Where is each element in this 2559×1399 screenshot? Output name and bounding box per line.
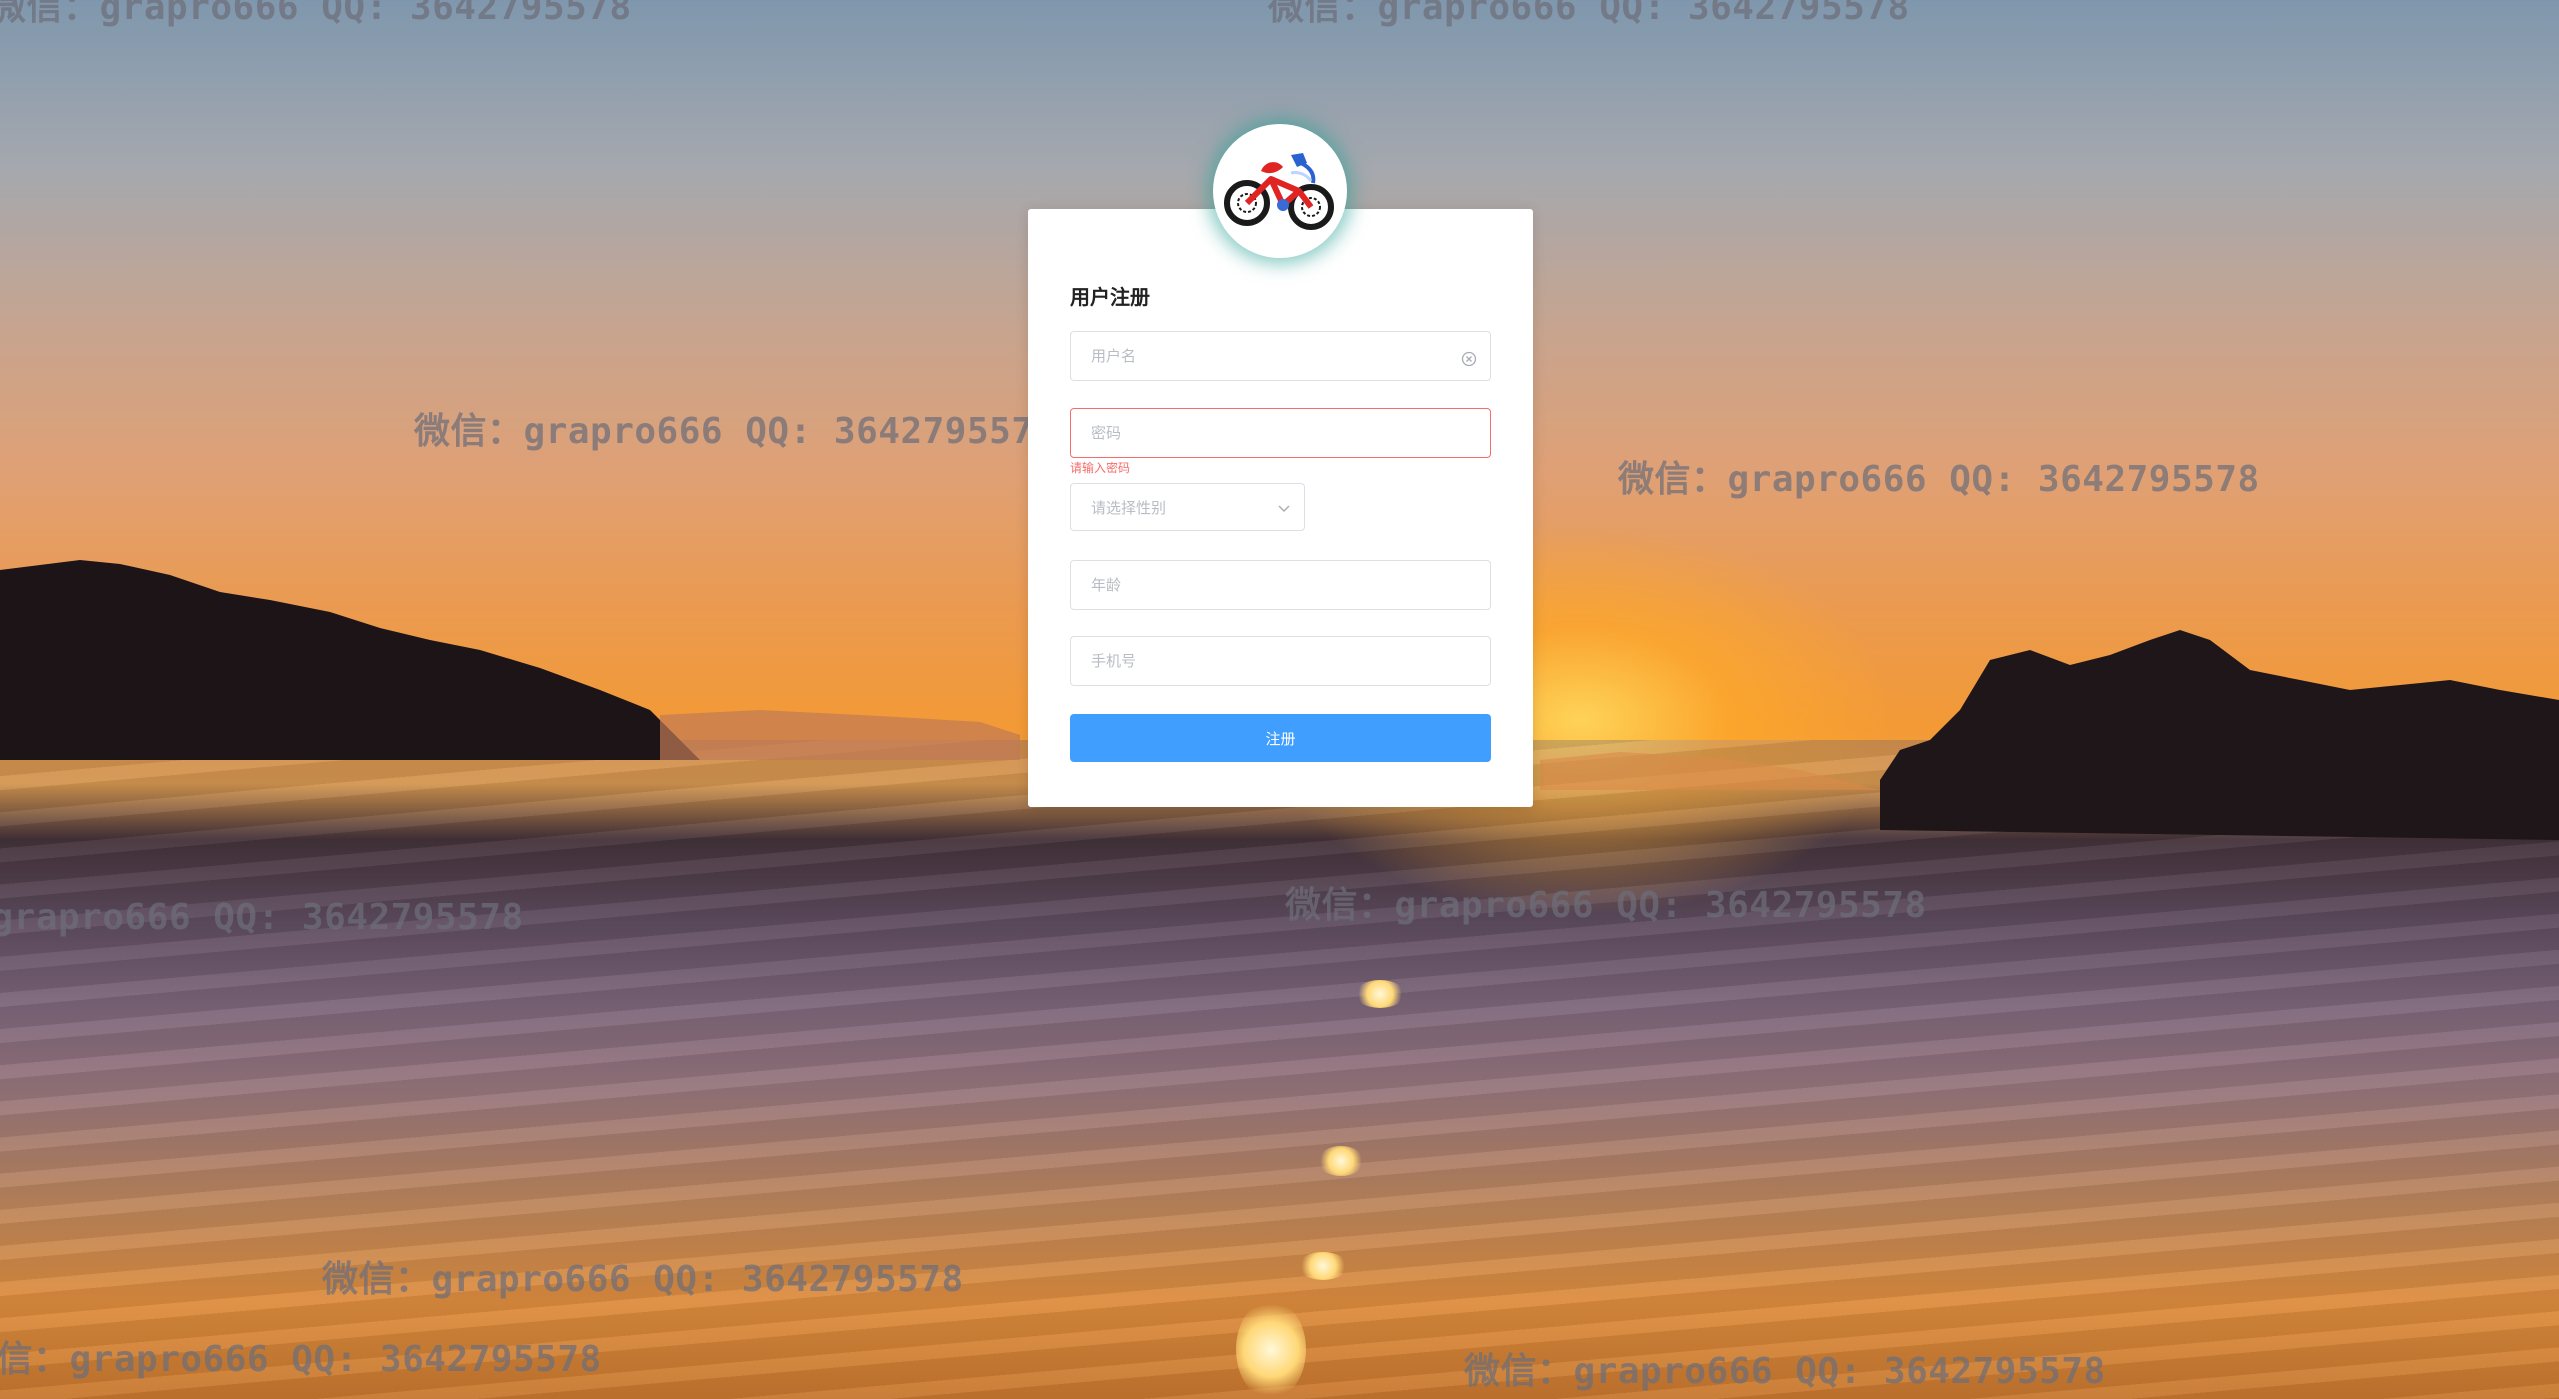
sun-reflection [1355,980,1405,1008]
watermark-text: 微信：grapro666 QQ: 3642795578 [414,411,1056,452]
chevron-down-icon [1278,505,1290,512]
circle-close-icon[interactable] [1459,349,1479,369]
watermark-text: 微信：grapro666 QQ: 3642795578 [1464,1351,2106,1392]
age-input[interactable] [1070,560,1491,610]
watermark-text: 微信：grapro666 QQ: 3642795578 [322,1259,964,1300]
phone-input[interactable] [1070,636,1491,686]
register-card: 用户注册 请输入密码 请选择性别 注册 [1028,209,1533,807]
gender-select-placeholder: 请选择性别 [1091,498,1167,517]
watermark-text: 微信：grapro666 QQ: 3642795578 [1285,885,1927,926]
sun-reflection [1318,1146,1364,1176]
register-button[interactable]: 注册 [1070,714,1491,762]
gender-select[interactable]: 请选择性别 [1070,483,1305,531]
sun-reflection [1298,1252,1348,1280]
watermark-text: 微信：grapro666 QQ: 3642795578 [1618,459,2260,500]
form-title: 用户注册 [1070,285,1150,309]
avatar [1213,124,1347,258]
watermark-text: 微信：grapro666 QQ: 3642795578 [0,0,632,28]
username-input[interactable] [1070,331,1491,381]
sun-reflection [1236,1300,1306,1399]
password-input[interactable] [1070,408,1491,458]
watermark-text: 微信：grapro666 QQ: 3642795578 [0,1339,602,1380]
watermark-text: 微信：grapro666 QQ: 3642795578 [0,897,524,938]
watermark-text: 微信：grapro666 QQ: 3642795578 [1268,0,1910,28]
password-error-text: 请输入密码 [1070,461,1131,475]
bicycle-icon [1224,153,1334,230]
